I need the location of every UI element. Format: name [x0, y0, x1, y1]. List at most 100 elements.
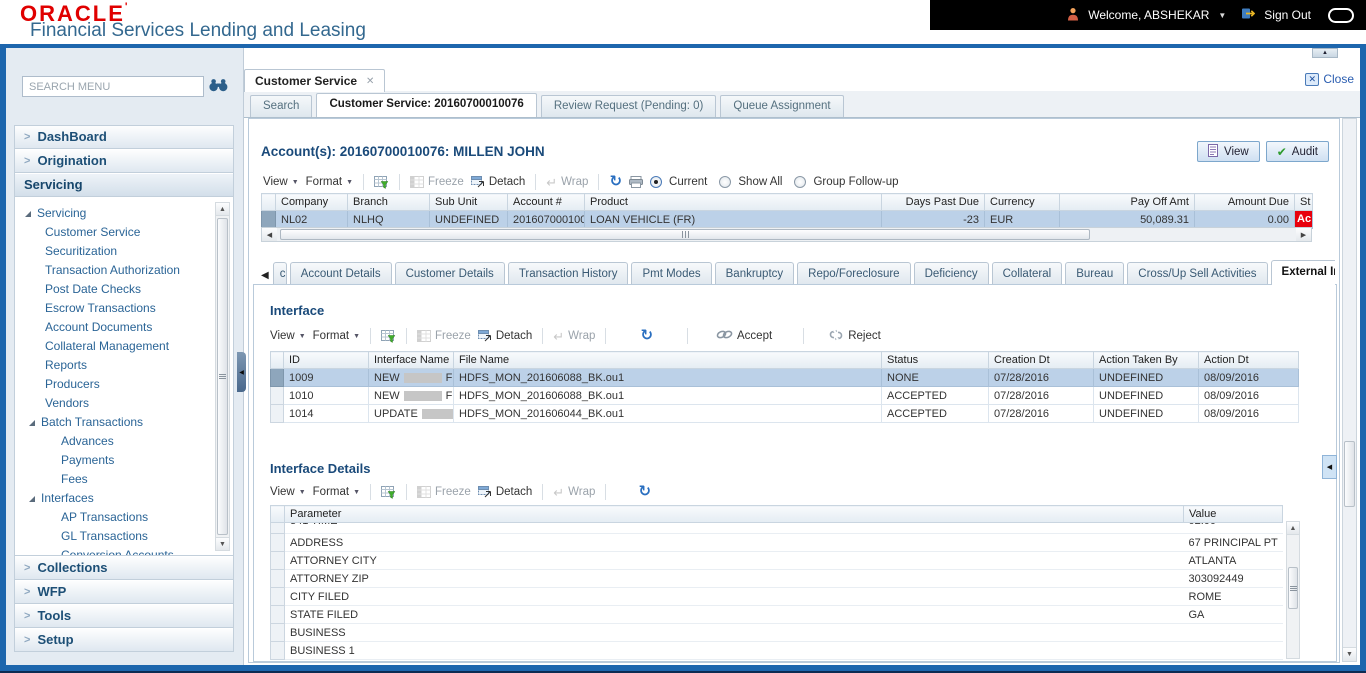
- tabs-scroll-left-button[interactable]: ◀: [259, 270, 273, 285]
- accept-button[interactable]: Accept: [716, 329, 772, 343]
- detail-tab-transaction-history[interactable]: Transaction History: [508, 262, 629, 285]
- params-row[interactable]: BUSINESS: [271, 624, 1283, 642]
- sidebar-item-tools[interactable]: >Tools: [15, 605, 233, 628]
- params-row[interactable]: BUSINESS 1: [271, 642, 1283, 660]
- tree-item-reports[interactable]: Reports: [15, 356, 211, 375]
- radio-current[interactable]: [650, 176, 662, 188]
- expand-triangle-icon[interactable]: [29, 420, 35, 426]
- format-menu[interactable]: Format▼: [306, 176, 353, 188]
- interface-row[interactable]: 1010 NEWFILE HDFS_MON_201606088_BK.ou1 A…: [271, 387, 1299, 405]
- view-menu[interactable]: View▼: [270, 330, 306, 342]
- interface-row[interactable]: 1009 NEWFILE HDFS_MON_201606088_BK.ou1 N…: [271, 369, 1299, 387]
- detail-tab-truncated[interactable]: ce: [273, 262, 287, 285]
- interface-row[interactable]: 1014 UPDATEFILE HDFS_MON_201606044_BK.ou…: [271, 405, 1299, 423]
- detail-tab-repo-foreclosure[interactable]: Repo/Foreclosure: [797, 262, 910, 285]
- tree-item-transaction-authorization[interactable]: Transaction Authorization: [15, 261, 211, 280]
- detach-button[interactable]: Detach: [471, 176, 525, 188]
- refresh-button[interactable]: ↻: [640, 329, 653, 343]
- binoculars-icon[interactable]: [209, 78, 228, 95]
- detach-button[interactable]: Detach: [478, 486, 532, 498]
- detail-tab-customer-details[interactable]: Customer Details: [395, 262, 505, 285]
- freeze-button[interactable]: Freeze: [410, 176, 464, 188]
- params-row[interactable]: STATE FILEDGA: [271, 606, 1283, 624]
- refresh-button[interactable]: ↻: [638, 485, 651, 499]
- detail-tab-deficiency[interactable]: Deficiency: [914, 262, 989, 285]
- view-menu[interactable]: View▼: [270, 486, 306, 498]
- tree-item-collateral-management[interactable]: Collateral Management: [15, 337, 211, 356]
- detail-tab-bankruptcy[interactable]: Bankruptcy: [715, 262, 795, 285]
- radio-show-all[interactable]: [719, 176, 731, 188]
- tree-item-batch-transactions[interactable]: Batch Transactions: [15, 413, 211, 432]
- welcome-menu[interactable]: Welcome, ABSHEKAR: [1088, 8, 1209, 22]
- wrap-button[interactable]: ↵Wrap: [553, 330, 595, 343]
- subtab-search[interactable]: Search: [250, 95, 312, 117]
- filter-table-icon[interactable]: [381, 486, 396, 499]
- refresh-button[interactable]: ↻: [609, 175, 622, 189]
- sidebar-collapse-handle[interactable]: ◀: [237, 352, 246, 392]
- tree-item-securitization[interactable]: Securitization: [15, 242, 211, 261]
- tree-item-gl-transactions[interactable]: GL Transactions: [15, 527, 211, 546]
- detail-tab-external-interfaces[interactable]: External Interfaces: [1271, 260, 1335, 285]
- freeze-button[interactable]: Freeze: [417, 486, 471, 498]
- expand-triangle-icon[interactable]: [25, 211, 31, 217]
- params-row[interactable]: ATTORNEY ZIP303092449: [271, 570, 1283, 588]
- account-row[interactable]: NL02 NLHQ UNDEFINED 20160700010076 LOAN …: [262, 211, 1313, 229]
- params-row[interactable]: CITY FILEDROME: [271, 588, 1283, 606]
- scrollbar-thumb[interactable]: [217, 218, 228, 535]
- detail-tab-cross-up-sell-activities[interactable]: Cross/Up Sell Activities: [1127, 262, 1267, 285]
- vscroll-thumb[interactable]: [1344, 441, 1355, 507]
- freeze-button[interactable]: Freeze: [417, 330, 471, 342]
- sidebar-item-servicing-header[interactable]: Servicing: [15, 174, 233, 197]
- main-vscrollbar[interactable]: ▼: [1342, 118, 1357, 662]
- window-tab-customer-service[interactable]: Customer Service✕: [244, 69, 385, 92]
- reject-button[interactable]: Reject: [828, 329, 881, 344]
- tree-item-interfaces[interactable]: Interfaces: [15, 489, 211, 508]
- audit-button[interactable]: ✔ Audit: [1266, 141, 1329, 162]
- chevron-down-icon[interactable]: ▼: [1218, 11, 1226, 20]
- params-row[interactable]: ADDRESS67 PRINCIPAL PT: [271, 534, 1283, 552]
- params-row[interactable]: ATTORNEY CITYATLANTA: [271, 552, 1283, 570]
- tree-item-payments[interactable]: Payments: [15, 451, 211, 470]
- sidebar-item-wfp[interactable]: >WFP: [15, 581, 233, 604]
- tree-item-ap-transactions[interactable]: AP Transactions: [15, 508, 211, 527]
- view-button[interactable]: View: [1197, 141, 1260, 162]
- detail-tab-account-details[interactable]: Account Details: [290, 262, 392, 285]
- tree-item-escrow-transactions[interactable]: Escrow Transactions: [15, 299, 211, 318]
- tree-item-account-documents[interactable]: Account Documents: [15, 318, 211, 337]
- scrollbar-down-button[interactable]: ▼: [1343, 647, 1356, 661]
- tree-item-customer-service[interactable]: Customer Service: [15, 223, 211, 242]
- filter-table-icon[interactable]: [381, 330, 396, 343]
- scrollbar-up-button[interactable]: ▲: [216, 203, 229, 216]
- tree-item-servicing[interactable]: Servicing: [15, 204, 211, 223]
- scrollbar-down-button[interactable]: ▼: [216, 537, 229, 550]
- tree-item-post-date-checks[interactable]: Post Date Checks: [15, 280, 211, 299]
- expand-triangle-icon[interactable]: [29, 496, 35, 502]
- tree-item-vendors[interactable]: Vendors: [15, 394, 211, 413]
- sidebar-item-origination[interactable]: >Origination: [15, 150, 233, 173]
- close-button[interactable]: ✕ Close: [1305, 72, 1354, 86]
- content-collapse-handle[interactable]: ◀: [1322, 455, 1337, 479]
- detach-button[interactable]: Detach: [478, 330, 532, 342]
- scroll-left-button[interactable]: ◀: [262, 228, 277, 241]
- tree-item-fees[interactable]: Fees: [15, 470, 211, 489]
- view-menu[interactable]: View▼: [263, 176, 299, 188]
- subtab-queue-assignment[interactable]: Queue Assignment: [720, 95, 843, 117]
- sidebar-item-dashboard[interactable]: >DashBoard: [15, 126, 233, 149]
- tree-item-conversion-accounts[interactable]: Conversion Accounts: [15, 546, 211, 556]
- scroll-right-button[interactable]: ▶: [1296, 228, 1311, 241]
- scrollbar-thumb[interactable]: [1288, 567, 1298, 609]
- collapse-up-button[interactable]: ▲: [1312, 48, 1338, 58]
- format-menu[interactable]: Format▼: [313, 486, 360, 498]
- params-row-clipped[interactable]: 341 TIME 02:00: [271, 523, 1283, 534]
- params-scrollbar[interactable]: ▲: [1286, 521, 1300, 659]
- wrap-button[interactable]: ↵Wrap: [553, 486, 595, 499]
- print-button[interactable]: [629, 176, 643, 188]
- filter-table-icon[interactable]: [374, 176, 389, 189]
- hscroll-thumb[interactable]: [280, 229, 1090, 240]
- format-menu[interactable]: Format▼: [313, 330, 360, 342]
- subtab-customer-service-account[interactable]: Customer Service: 20160700010076: [316, 93, 536, 117]
- scrollbar-up-button[interactable]: ▲: [1287, 522, 1299, 535]
- detail-tab-bureau[interactable]: Bureau: [1065, 262, 1124, 285]
- tree-item-producers[interactable]: Producers: [15, 375, 211, 394]
- sign-out-button[interactable]: Sign Out: [1264, 8, 1311, 22]
